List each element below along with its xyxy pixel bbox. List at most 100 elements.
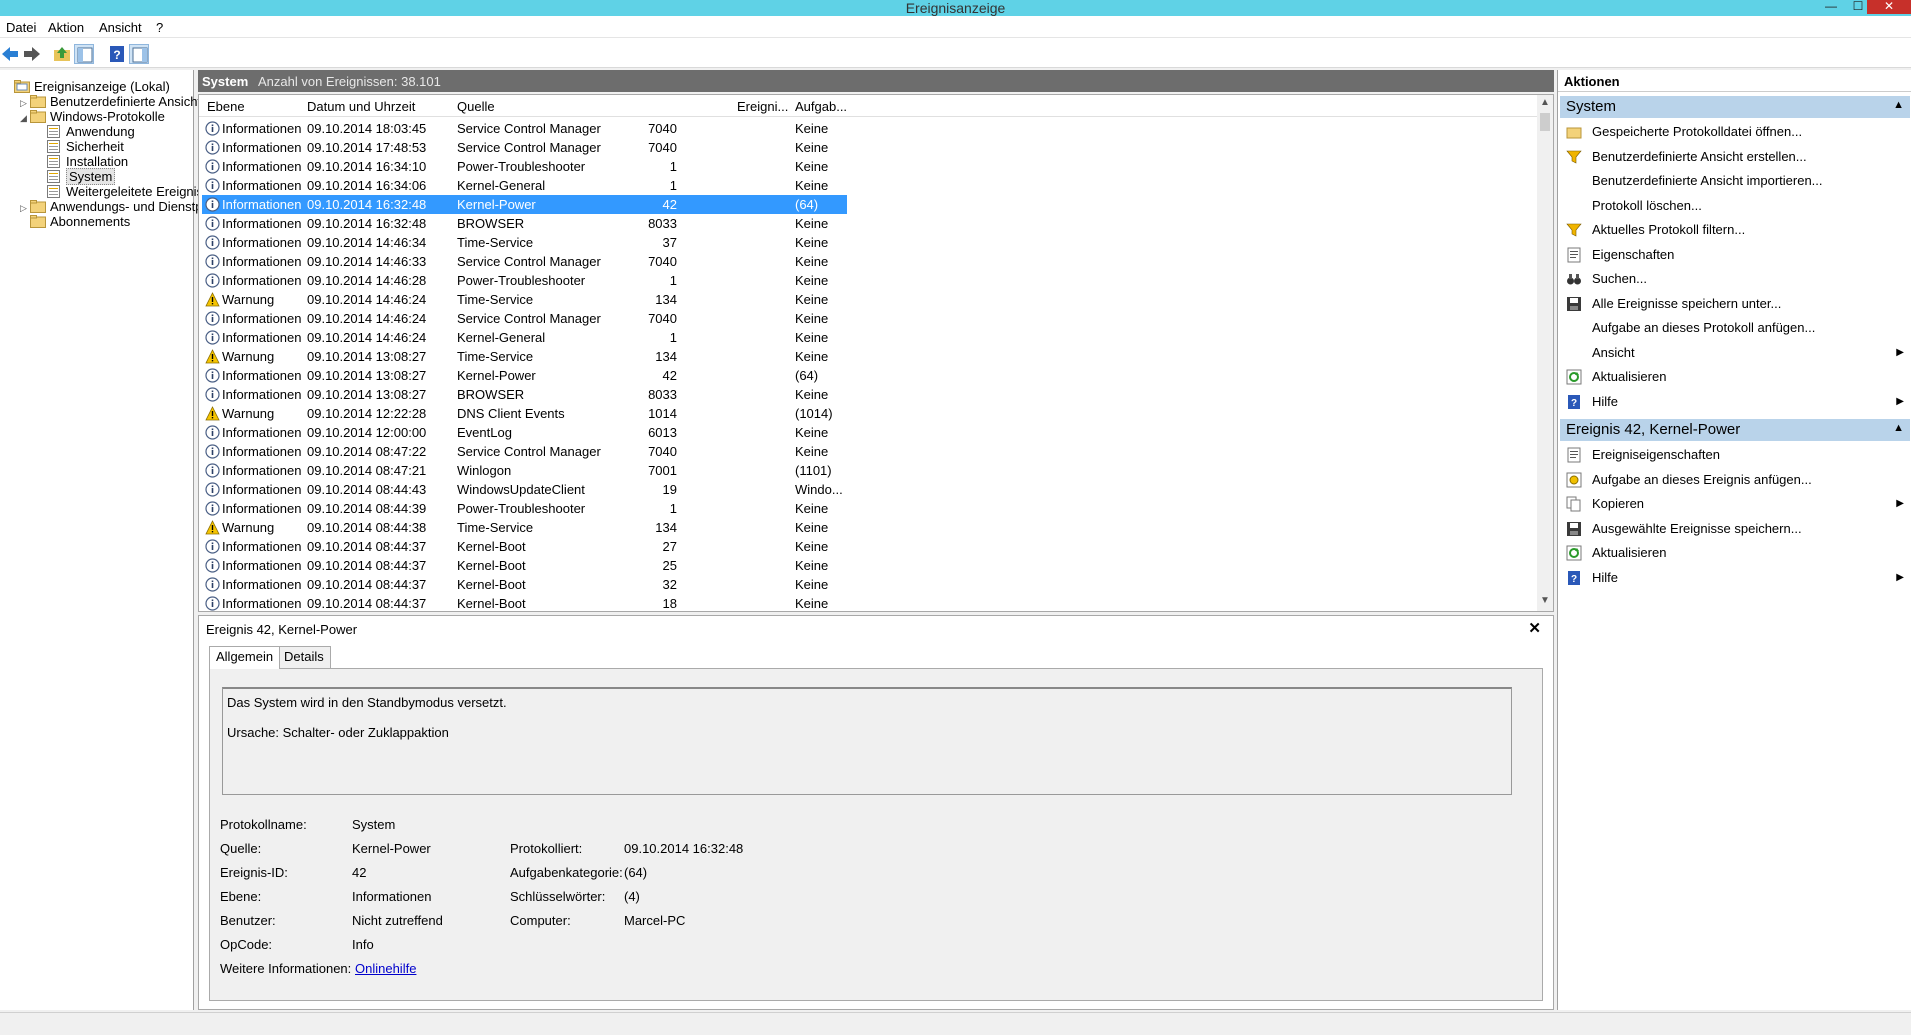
info-icon	[205, 121, 220, 136]
event-row[interactable]: Informationen 09.10.2014 08:44:37 Kernel-B…	[199, 556, 1539, 575]
event-row[interactable]: Informationen 09.10.2014 08:44:37 Kernel-B…	[199, 575, 1539, 594]
action-aktualisieren[interactable]: Aktualisieren	[1560, 541, 1910, 564]
action-label: Eigenschaften	[1592, 246, 1675, 262]
event-id: 42	[662, 197, 677, 212]
event-row[interactable]: Informationen 09.10.2014 16:34:06 Kernel-G…	[199, 176, 1539, 195]
event-row[interactable]: Informationen 09.10.2014 14:46:33 Service …	[199, 252, 1539, 271]
event-level: Informationen	[222, 273, 302, 288]
forward-icon[interactable]	[22, 44, 42, 64]
action-aufgabe-an-dieses-protokoll-anfügen[interactable]: Aufgabe an dieses Protokoll anfügen...	[1560, 316, 1910, 339]
properties-icon	[1566, 247, 1582, 263]
event-row[interactable]: Informationen 09.10.2014 08:44:37 Kernel-B…	[199, 537, 1539, 556]
event-row[interactable]: Warnung 09.10.2014 12:22:28 DNS Client Eve…	[199, 404, 1539, 423]
action-benutzerdefinierte-ansicht-erstellen[interactable]: Benutzerdefinierte Ansicht erstellen...	[1560, 145, 1910, 168]
event-row[interactable]: Informationen 09.10.2014 13:08:27 BROWSER 8…	[199, 385, 1539, 404]
action-hilfe[interactable]: ? Hilfe ▶	[1560, 566, 1910, 589]
event-row[interactable]: Informationen 09.10.2014 18:03:45 Service …	[199, 119, 1539, 138]
event-row[interactable]: Warnung 09.10.2014 08:44:38 Time-Service 13…	[199, 518, 1539, 537]
event-row[interactable]: Informationen 09.10.2014 17:48:53 Service …	[199, 138, 1539, 157]
up-folder-icon[interactable]	[52, 44, 72, 64]
back-icon[interactable]	[0, 44, 20, 64]
warning-icon	[205, 292, 220, 307]
action-alle-ereignisse-speichern-unter[interactable]: Alle Ereignisse speichern unter...	[1560, 292, 1910, 315]
tree-item-abonnements[interactable]: Abonnements	[20, 213, 130, 231]
detail-close-icon[interactable]: ✕	[1528, 619, 1541, 637]
info-icon	[205, 425, 220, 440]
action-benutzerdefinierte-ansicht-importieren[interactable]: Benutzerdefinierte Ansicht importieren..…	[1560, 169, 1910, 192]
show-hide-tree-icon[interactable]	[74, 44, 94, 64]
menu-aktion[interactable]: Aktion	[48, 20, 84, 35]
event-row[interactable]: Informationen 09.10.2014 14:46:28 Power-Tr…	[199, 271, 1539, 290]
event-row[interactable]: Informationen 09.10.2014 08:44:37 Kernel-B…	[199, 594, 1539, 611]
action-hilfe[interactable]: ? Hilfe ▶	[1560, 390, 1910, 413]
minimize-button[interactable]: —	[1818, 0, 1844, 14]
event-row[interactable]: Informationen 09.10.2014 13:08:27 Kernel-P…	[199, 366, 1539, 385]
event-row[interactable]: Informationen 09.10.2014 12:00:00 EventLog…	[199, 423, 1539, 442]
event-id: 7040	[648, 140, 677, 155]
action-eigenschaften[interactable]: Eigenschaften	[1560, 243, 1910, 266]
tree-expander-icon[interactable]: ◢	[20, 109, 30, 127]
scrollbar-thumb[interactable]	[1540, 113, 1550, 131]
action-aktuelles-protokoll-filtern[interactable]: Aktuelles Protokoll filtern...	[1560, 218, 1910, 241]
event-category: Keine	[795, 121, 829, 136]
event-level: Informationen	[222, 577, 302, 592]
action-ausgewählte-ereignisse-speichern[interactable]: Ausgewählte Ereignisse speichern...	[1560, 517, 1910, 540]
action-ansicht[interactable]: Ansicht ▶	[1560, 341, 1910, 364]
info-icon	[205, 273, 220, 288]
action-ereigniseigenschaften[interactable]: Ereigniseigenschaften	[1560, 443, 1910, 466]
column-header-event-id[interactable]: Ereigni...	[737, 99, 788, 114]
event-message-box[interactable]: Das System wird in den Standbymodus vers…	[222, 687, 1512, 795]
info-icon	[205, 444, 220, 459]
event-row[interactable]: Warnung 09.10.2014 13:08:27 Time-Service 13…	[199, 347, 1539, 366]
collapse-icon[interactable]: ▲	[1893, 422, 1904, 434]
task-icon	[1566, 472, 1582, 488]
detail-title: Ereignis 42, Kernel-Power	[206, 622, 358, 637]
column-header-datetime[interactable]: Datum und Uhrzeit	[307, 99, 415, 114]
column-header-level[interactable]: Ebene	[207, 99, 245, 114]
event-row[interactable]: Warnung 09.10.2014 14:46:24 Time-Service 13…	[199, 290, 1539, 309]
event-row[interactable]: Informationen 09.10.2014 14:46:24 Kernel-G…	[199, 328, 1539, 347]
action-gespeicherte-protokolldatei-öffnen[interactable]: Gespeicherte Protokolldatei öffnen...	[1560, 120, 1910, 143]
event-id: 7040	[648, 254, 677, 269]
event-category: Keine	[795, 273, 829, 288]
event-row[interactable]: Informationen 09.10.2014 16:34:10 Power-Tr…	[199, 157, 1539, 176]
event-category: Keine	[795, 444, 829, 459]
event-row[interactable]: Informationen 09.10.2014 14:46:24 Service …	[199, 309, 1539, 328]
action-aufgabe-an-dieses-ereignis-anfügen[interactable]: Aufgabe an dieses Ereignis anfügen...	[1560, 468, 1910, 491]
event-row[interactable]: Informationen 09.10.2014 14:46:34 Time-Ser…	[199, 233, 1539, 252]
help-icon[interactable]: ?	[107, 44, 127, 64]
column-header-category[interactable]: Aufgab...	[795, 99, 847, 114]
event-row[interactable]: Informationen 09.10.2014 16:32:48 Kernel-P…	[199, 195, 1539, 214]
event-level: Informationen	[222, 140, 302, 155]
menu-ansicht[interactable]: Ansicht	[99, 20, 142, 35]
section-header-event[interactable]: Ereignis 42, Kernel-Power ▲	[1560, 419, 1910, 441]
field-label-ebene: Ebene:	[220, 889, 262, 904]
action-suchen[interactable]: Suchen...	[1560, 267, 1910, 290]
event-row[interactable]: Informationen 09.10.2014 08:44:43 WindowsU…	[199, 480, 1539, 499]
field-value-schluesselwoerter: (4)	[624, 889, 640, 904]
menu-datei[interactable]: Datei	[6, 20, 36, 35]
scroll-up-icon[interactable]: ▲	[1540, 97, 1550, 108]
tab-allgemein[interactable]: Allgemein	[209, 646, 281, 669]
online-help-link[interactable]: Onlinehilfe	[355, 961, 416, 976]
action-protokoll-löschen[interactable]: Protokoll löschen...	[1560, 194, 1910, 217]
close-button[interactable]: ✕	[1867, 0, 1911, 14]
section-header-system[interactable]: System ▲	[1560, 96, 1910, 118]
scroll-down-icon[interactable]: ▼	[1540, 595, 1550, 606]
tab-details[interactable]: Details	[277, 646, 331, 668]
event-list-vertical-scrollbar[interactable]: ▲ ▼	[1537, 95, 1553, 611]
event-id: 37	[662, 235, 677, 250]
event-id: 8033	[648, 216, 677, 231]
event-row[interactable]: Informationen 09.10.2014 08:44:39 Power-Tr…	[199, 499, 1539, 518]
show-hide-actions-icon[interactable]	[129, 44, 149, 64]
event-row[interactable]: Informationen 09.10.2014 08:47:22 Service …	[199, 442, 1539, 461]
action-kopieren[interactable]: Kopieren ▶	[1560, 492, 1910, 515]
menu-help[interactable]: ?	[156, 20, 163, 35]
collapse-icon[interactable]: ▲	[1893, 99, 1904, 111]
column-header-source[interactable]: Quelle	[457, 99, 495, 114]
event-row[interactable]: Informationen 09.10.2014 16:32:48 BROWSER 8…	[199, 214, 1539, 233]
action-label: Hilfe	[1592, 569, 1619, 585]
info-icon	[205, 387, 220, 402]
action-aktualisieren[interactable]: Aktualisieren	[1560, 365, 1910, 388]
event-row[interactable]: Informationen 09.10.2014 08:47:21 Winlogon…	[199, 461, 1539, 480]
